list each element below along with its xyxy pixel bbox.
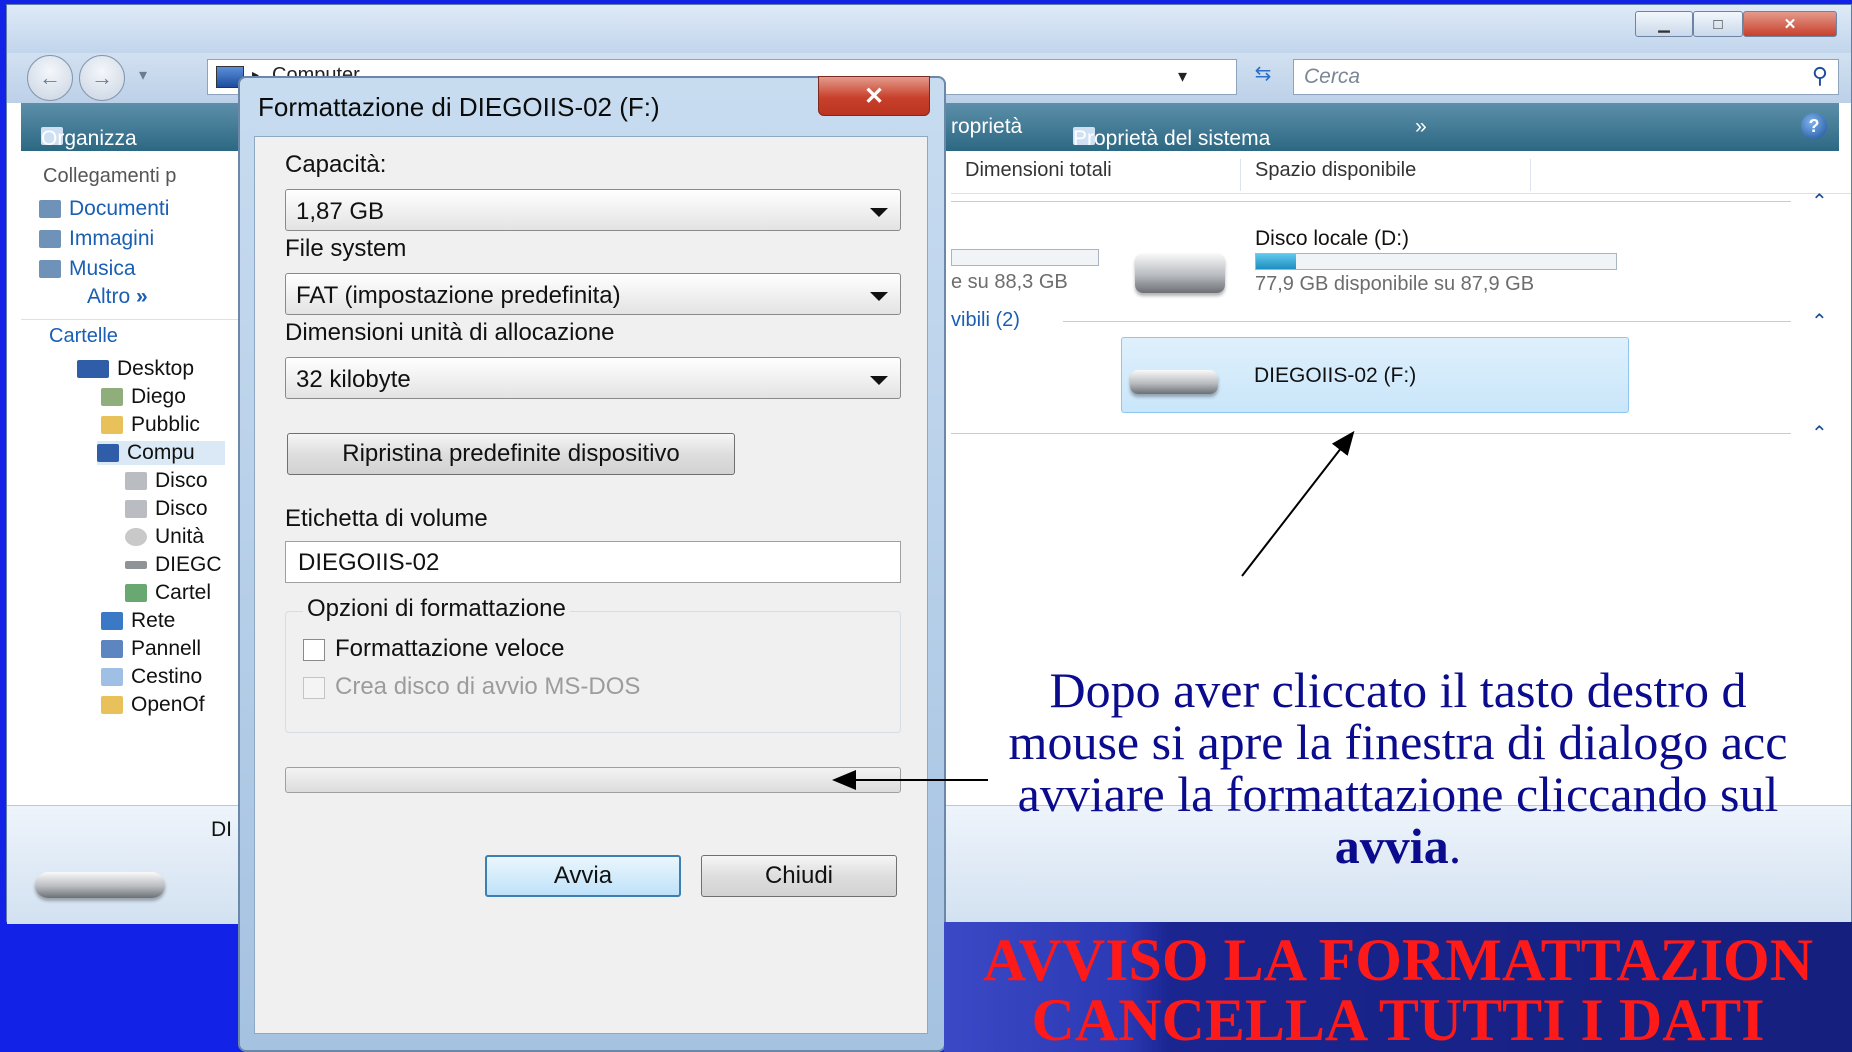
annotation-arrows: [832, 430, 1355, 790]
caption-bold-word: avvia: [1334, 818, 1449, 872]
caption-line-2: mouse si apre la finestra di dialogo acc: [1008, 714, 1788, 770]
caption-line-1: Dopo aver cliccato il tasto destro d: [1049, 664, 1747, 718]
instruction-caption: Dopo aver cliccato il tasto destro d mou…: [944, 664, 1852, 872]
caption-line-4: avvia.: [944, 820, 1852, 872]
arrow-to-drive: [1241, 430, 1355, 577]
warning-line-1: AVVISO LA FORMATTAZION: [982, 927, 1814, 993]
caption-end: .: [1448, 818, 1462, 872]
warning-line-2: CANCELLA TUTTI I DATI: [1031, 987, 1765, 1052]
warning-text: AVVISO LA FORMATTAZION CANCELLA TUTTI I …: [944, 922, 1852, 1052]
caption-line-3: avviare la formattazione cliccando sul: [1017, 766, 1779, 822]
